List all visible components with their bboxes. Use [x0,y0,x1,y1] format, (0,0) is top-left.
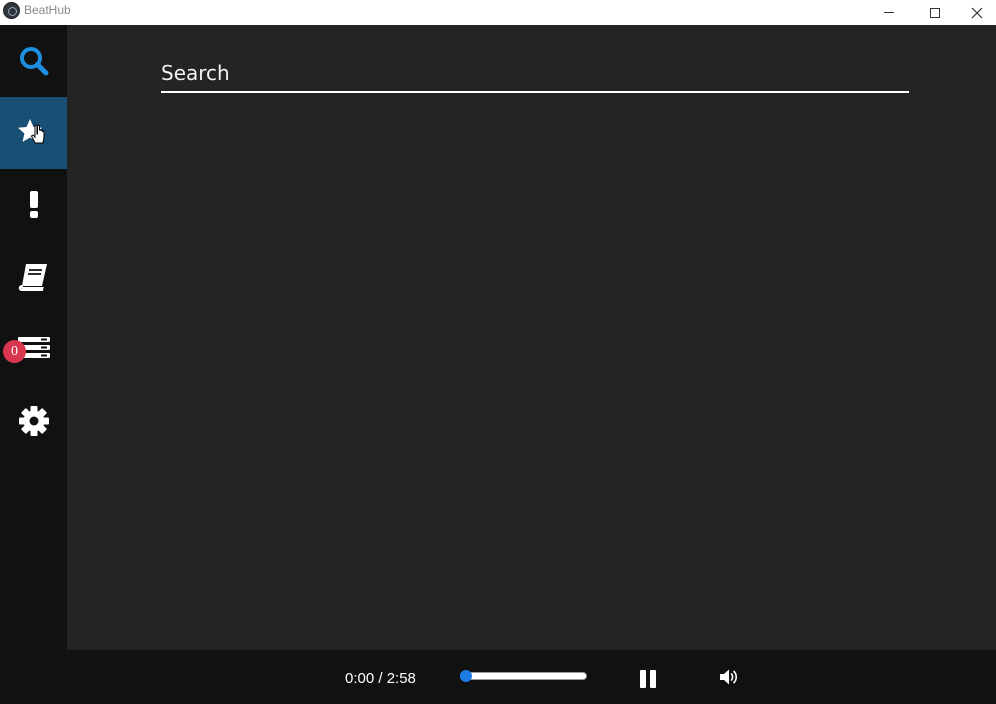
close-icon [971,7,983,18]
book-icon [18,264,47,291]
minimize-icon [884,12,894,13]
title-bar: BeatHub [0,0,996,25]
sidebar-item-trending[interactable] [0,169,67,241]
sidebar: 0 [0,25,67,650]
sidebar-item-queue[interactable]: 0 [0,313,67,385]
window-title: BeatHub [24,3,71,17]
search-input[interactable] [161,55,909,91]
minimize-button[interactable] [866,0,912,25]
sidebar-item-search[interactable] [0,25,67,97]
sidebar-item-settings[interactable] [0,385,67,457]
maximize-button[interactable] [912,0,958,25]
search-bar [161,55,909,93]
main-content [67,25,996,650]
gear-icon [18,406,49,436]
star-icon [17,119,44,144]
close-button[interactable] [958,0,996,25]
maximize-icon [930,7,940,18]
volume-button[interactable] [719,668,739,690]
seek-slider[interactable] [460,670,587,682]
player-bar: 0:00 / 2:58 [0,650,996,704]
time-display: 0:00 / 2:58 [345,670,416,687]
pause-button[interactable] [640,670,657,688]
queue-count-badge: 0 [3,340,26,363]
volume-icon [720,669,738,685]
sidebar-item-favorites[interactable] [0,97,67,169]
exclamation-icon [29,191,38,218]
seek-thumb[interactable] [460,670,472,682]
pause-icon-bar [650,670,656,688]
search-icon [19,47,48,76]
app-logo-icon [3,2,20,19]
seek-track [460,672,587,680]
pause-icon [640,670,646,688]
sidebar-item-library[interactable] [0,241,67,313]
